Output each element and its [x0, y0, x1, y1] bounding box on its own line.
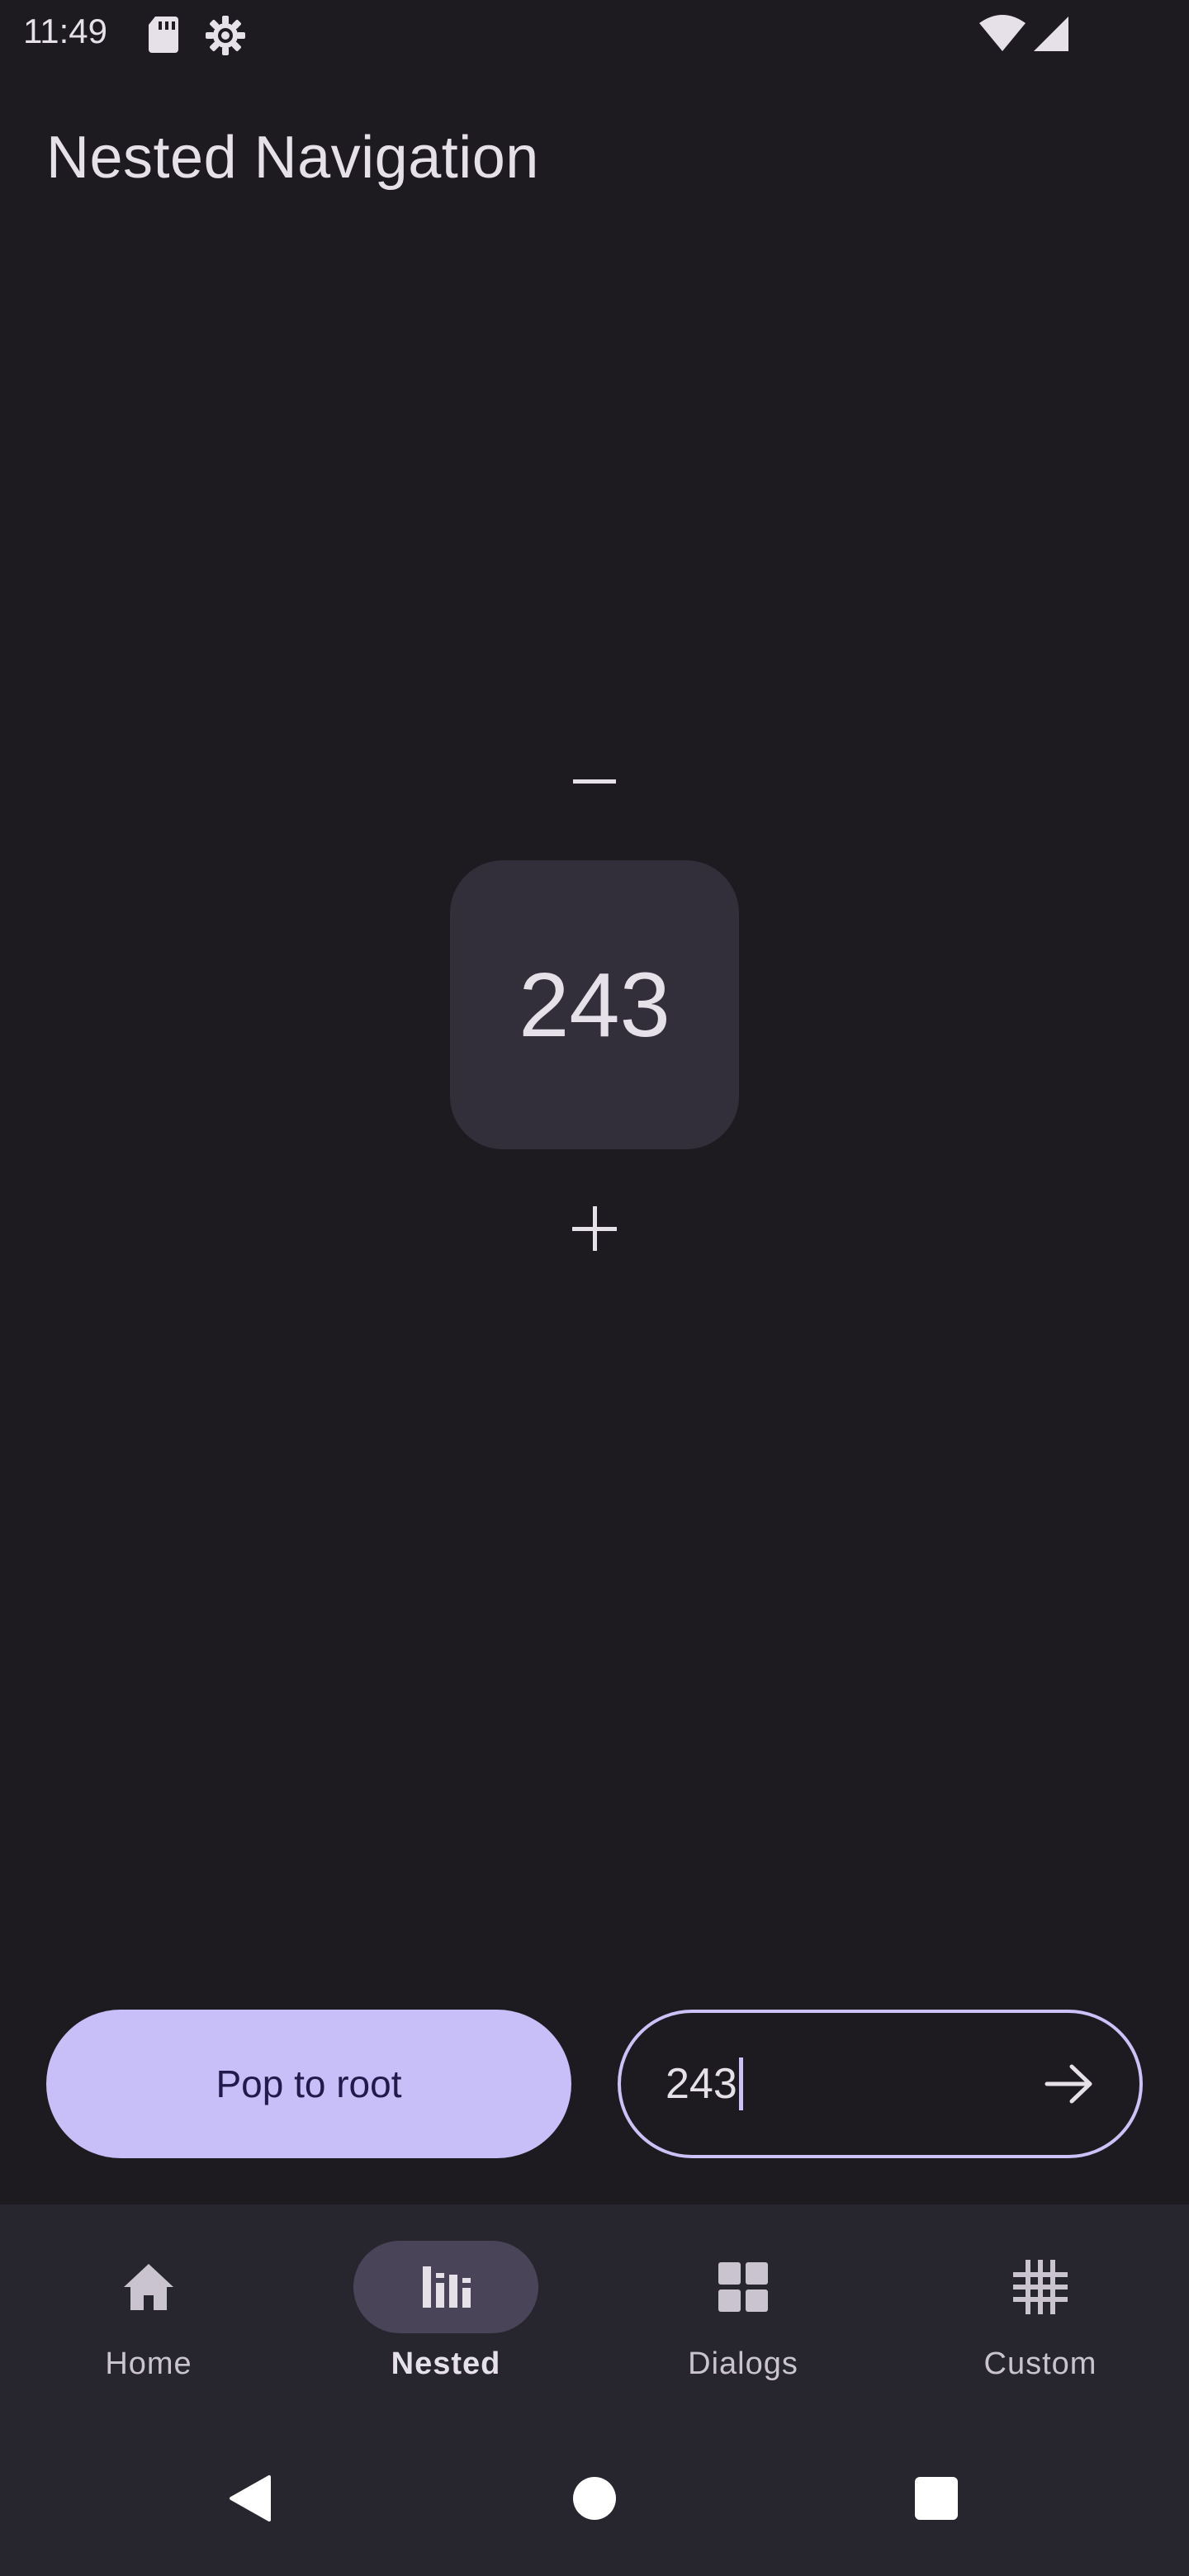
navigate-input-value: 243 [666, 2060, 737, 2108]
increment-button[interactable] [555, 1189, 634, 1268]
home-circle-icon [573, 2477, 616, 2520]
decrement-button[interactable] [555, 743, 634, 822]
nav-indicator-home [56, 2241, 241, 2333]
navigate-input-field[interactable]: 243 [618, 2010, 1143, 2158]
recents-square-icon [915, 2477, 958, 2520]
system-home-button[interactable] [565, 2469, 624, 2528]
arrow-right-icon [1045, 2064, 1092, 2104]
nav-indicator-custom [948, 2241, 1133, 2333]
plus-icon [572, 1206, 617, 1251]
status-bar: 11:49 [0, 0, 1189, 73]
settings-gear-icon [205, 15, 246, 60]
nav-item-nested[interactable]: Nested [297, 2204, 594, 2419]
system-navigation-bar [0, 2419, 1189, 2576]
page-title: Nested Navigation [46, 125, 539, 191]
home-icon [124, 2264, 173, 2310]
nav-label-dialogs: Dialogs [688, 2346, 798, 2381]
status-time: 11:49 [23, 12, 107, 50]
bottom-navigation: Home Nested Dialogs Custom [0, 2204, 1189, 2419]
hashtag-grid-icon [1013, 2260, 1068, 2314]
cellular-signal-icon [1032, 15, 1070, 57]
pop-to-root-button[interactable]: Pop to root [46, 2010, 571, 2158]
bar-chart-icon [423, 2266, 471, 2308]
pop-to-root-label: Pop to root [216, 2062, 402, 2105]
nav-indicator-dialogs [651, 2241, 836, 2333]
nav-label-custom: Custom [983, 2346, 1097, 2381]
text-cursor [738, 2057, 743, 2110]
navigate-input[interactable]: 243 [666, 2057, 743, 2110]
nav-item-dialogs[interactable]: Dialogs [594, 2204, 892, 2419]
nav-label-home: Home [105, 2346, 192, 2381]
nav-item-home[interactable]: Home [0, 2204, 297, 2419]
back-icon [230, 2475, 271, 2522]
nav-indicator-nested [353, 2241, 538, 2333]
dashboard-grid-icon [718, 2262, 768, 2312]
system-back-button[interactable] [220, 2469, 279, 2528]
counter-value: 243 [519, 954, 670, 1056]
counter-display: 243 [450, 860, 739, 1149]
wifi-icon [979, 15, 1026, 57]
go-button[interactable] [1040, 2055, 1098, 2113]
app-screen: 11:49 Nested Navigation 243 Pop to root … [0, 0, 1189, 2576]
minus-icon [573, 779, 616, 784]
nav-item-custom[interactable]: Custom [892, 2204, 1189, 2419]
sd-card-icon [147, 15, 180, 59]
nav-label-nested: Nested [391, 2346, 501, 2381]
system-recents-button[interactable] [907, 2469, 966, 2528]
